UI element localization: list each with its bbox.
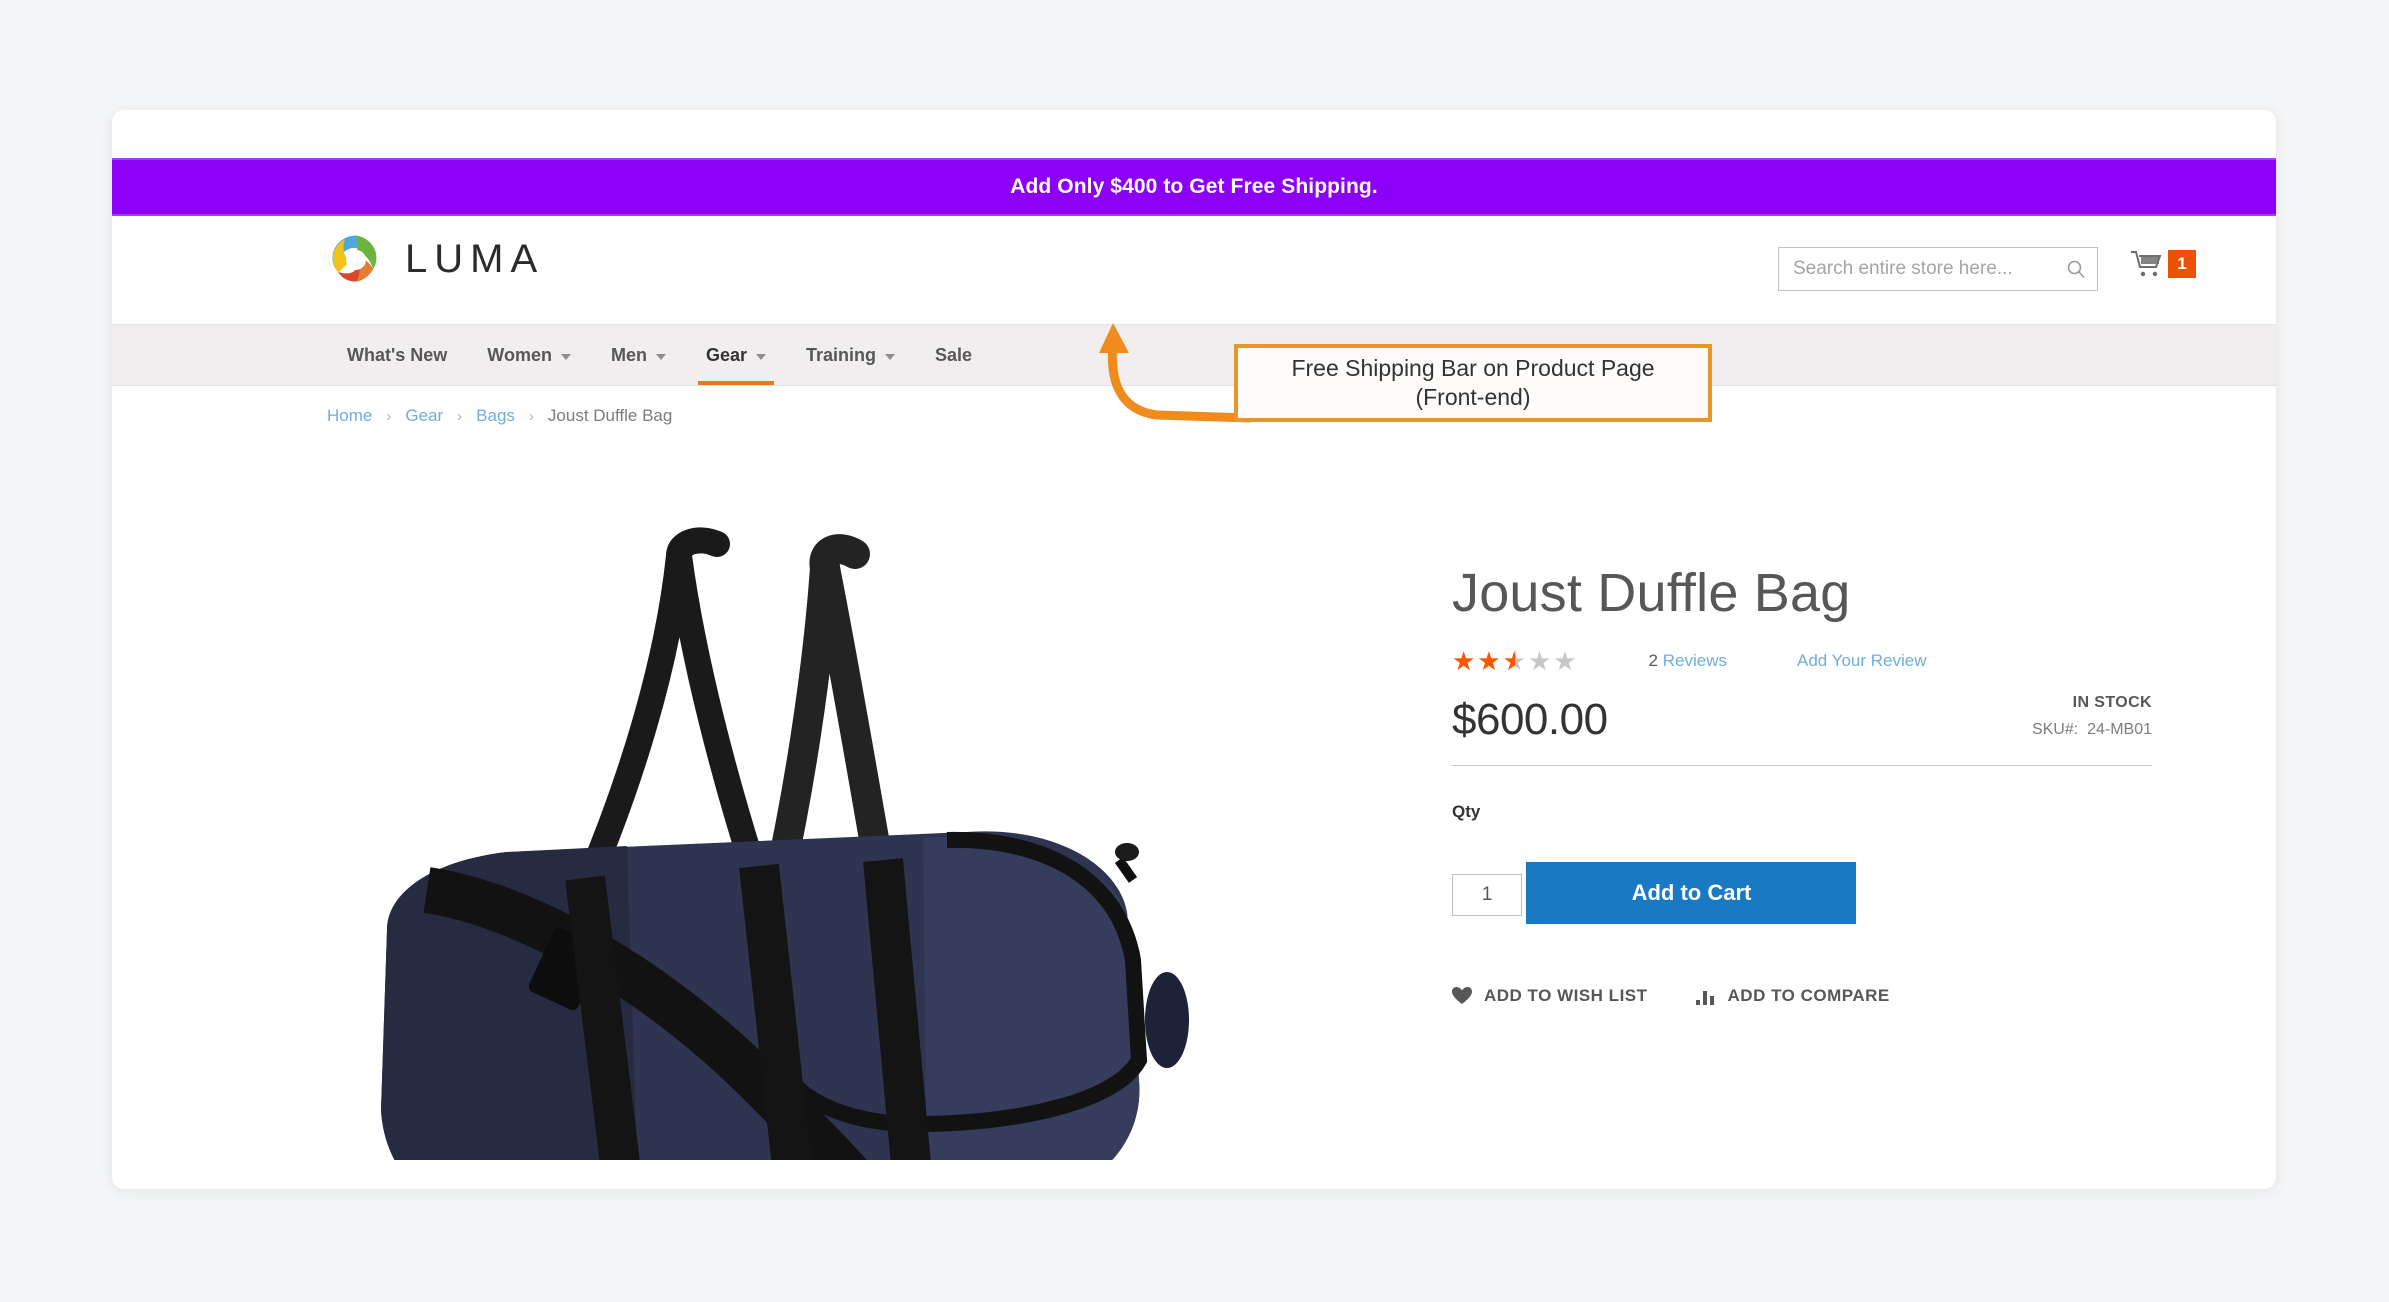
reviews-label: Reviews	[1662, 650, 1727, 670]
storefront-page: Add Only $400 to Get Free Shipping. LUMA	[112, 110, 2276, 1189]
chevron-down-icon	[756, 353, 766, 360]
shopping-cart-icon	[2131, 251, 2162, 277]
rating-stars[interactable]: ★★★★★ ★★★★★	[1452, 648, 1579, 674]
nav-label: Men	[610, 344, 647, 365]
add-to-cart-button[interactable]: Add to Cart	[1526, 861, 1857, 924]
annotation-callout: Free Shipping Bar on Product Page (Front…	[1234, 344, 1712, 422]
nav-label: Gear	[705, 344, 747, 365]
annotation-line-2: (Front-end)	[1415, 384, 1531, 410]
stock-block: IN STOCK SKU#: 24-MB01	[2032, 694, 2152, 745]
quantity-stepper[interactable]	[1452, 873, 1522, 916]
nav-item-men[interactable]: Men	[591, 325, 686, 385]
add-to-compare-link[interactable]: ADD TO COMPARE	[1695, 985, 1890, 1006]
product-image[interactable]	[327, 460, 1287, 1160]
price-and-stock-row: $600.00 IN STOCK SKU#: 24-MB01	[1452, 694, 2152, 745]
status-badge: IN STOCK	[2072, 693, 2152, 711]
nav-item-women[interactable]: Women	[467, 325, 591, 385]
logo-wordmark: LUMA	[405, 236, 545, 281]
breadcrumb-item-current: Joust Duffle Bag	[547, 406, 673, 425]
free-shipping-promo-bar: Add Only $400 to Get Free Shipping.	[112, 158, 2276, 216]
annotation-line-1: Free Shipping Bar on Product Page	[1291, 354, 1655, 381]
nav-item-whats-new[interactable]: What's New	[327, 325, 467, 385]
breadcrumb-separator-icon: ›	[386, 407, 392, 425]
chevron-down-icon	[560, 353, 571, 360]
breadcrumb-item-gear[interactable]: Gear	[405, 406, 443, 426]
annotation-text: Free Shipping Bar on Product Page (Front…	[1291, 354, 1654, 413]
mini-cart[interactable]: 1	[2130, 249, 2196, 279]
reviews-link[interactable]: 2 Reviews	[1649, 651, 1727, 671]
nav-label: What's New	[347, 344, 448, 365]
qty-label: Qty	[1452, 801, 1481, 821]
screenshot-root: Add Only $400 to Get Free Shipping. LUMA	[0, 0, 2389, 1302]
chevron-down-icon	[655, 353, 666, 360]
duffle-bag-photo	[327, 460, 1287, 1160]
luma-ring-logo-icon	[332, 235, 377, 282]
site-logo[interactable]: LUMA	[327, 230, 544, 288]
product-sku: SKU#: 24-MB01	[2032, 721, 2152, 739]
search-input[interactable]	[1779, 248, 2055, 290]
cart-count-badge: 1	[2168, 250, 2196, 278]
sku-label: SKU#:	[2031, 720, 2079, 738]
search-icon	[2067, 260, 2085, 279]
site-header: LUMA 1	[112, 216, 2276, 324]
product-price: $600.00	[1452, 694, 1608, 744]
add-your-review-link[interactable]: Add Your Review	[1797, 651, 1926, 671]
nav-item-sale[interactable]: Sale	[915, 325, 992, 385]
breadcrumb-item-bags[interactable]: Bags	[476, 406, 515, 426]
search-box[interactable]	[1778, 247, 2098, 291]
nav-label: Sale	[935, 344, 973, 365]
nav-label: Training	[806, 344, 877, 365]
page-title: Joust Duffle Bag	[1452, 563, 1851, 623]
breadcrumb-item-home[interactable]: Home	[327, 406, 372, 426]
product-rating: ★★★★★ ★★★★★ 2 Reviews Add Your Review	[1452, 648, 2152, 674]
heart-icon	[1452, 986, 1472, 1004]
sku-value: 24-MB01	[2087, 720, 2152, 738]
rating-stars-filled: ★★★★★	[1452, 647, 1515, 674]
add-to-wishlist-link[interactable]: ADD TO WISH LIST	[1452, 986, 1648, 1006]
breadcrumb: Home › Gear › Bags › Joust Duffle Bag	[327, 406, 672, 426]
nav-item-training[interactable]: Training	[786, 325, 915, 385]
product-info-panel: Joust Duffle Bag ★★★★★ ★★★★★ 2 Reviews A…	[1452, 565, 2152, 1006]
compare-label: ADD TO COMPARE	[1727, 985, 1890, 1005]
nav-label: Women	[487, 344, 552, 365]
bar-chart-icon	[1695, 990, 1714, 1005]
wishlist-label: ADD TO WISH LIST	[1484, 985, 1648, 1005]
promo-message: Add Only $400 to Get Free Shipping.	[1010, 175, 1378, 198]
main-navigation: What's New Women Men Gear Training Sale	[112, 324, 2276, 386]
secondary-product-actions: ADD TO WISH LIST ADD TO COMPARE	[1452, 986, 2152, 1006]
breadcrumb-separator-icon: ›	[528, 407, 534, 425]
breadcrumb-separator-icon: ›	[457, 407, 463, 425]
section-divider	[1452, 764, 2152, 766]
nav-item-gear[interactable]: Gear	[686, 325, 786, 385]
reviews-count: 2	[1648, 650, 1659, 670]
chevron-down-icon	[885, 353, 896, 360]
search-button[interactable]	[2055, 248, 2097, 290]
